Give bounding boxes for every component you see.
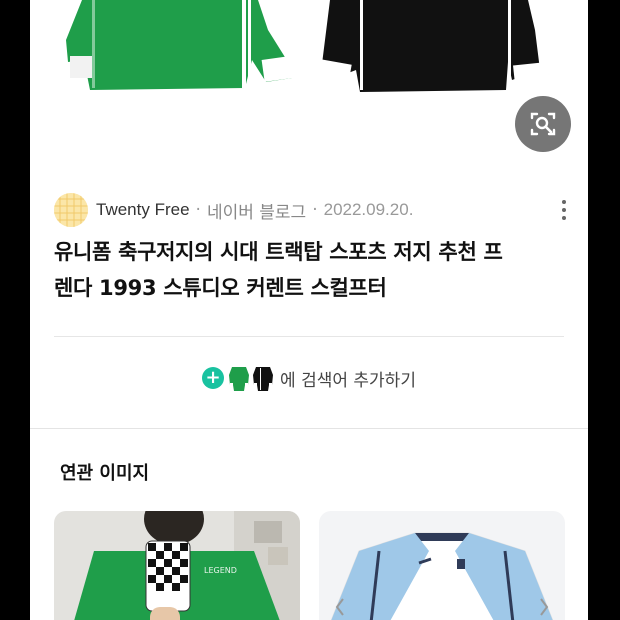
related-image-mirror-selfie[interactable]: LEGEND	[54, 511, 300, 620]
black-jersey-thumbnail	[253, 367, 274, 391]
green-jersey-thumbnail	[229, 367, 250, 391]
post-title-line: 렌다 1993 스튜디오 커렌트 스컬프터	[54, 276, 387, 300]
section-title: 연관 이미지	[60, 463, 150, 484]
result-image[interactable]	[30, 0, 588, 168]
divider	[54, 336, 564, 337]
blog-name[interactable]: Twenty Free	[96, 200, 190, 220]
image-search-button[interactable]	[515, 96, 571, 152]
add-search-term-label: 에 검색어 추가하기	[280, 370, 416, 391]
separator-dot: ·	[195, 200, 201, 220]
add-search-term-button[interactable]: + 에 검색어 추가하기	[30, 360, 588, 396]
svg-text:LEGEND: LEGEND	[204, 566, 237, 575]
more-vertical-icon	[562, 200, 566, 220]
related-image-jersey-blue[interactable]	[319, 511, 565, 620]
result-card: Twenty Free · 네이버 블로그 · 2022.09.20. 유니폼 …	[30, 0, 588, 428]
source-row[interactable]: Twenty Free · 네이버 블로그 · 2022.09.20.	[54, 193, 574, 227]
post-title-line: 유니폼 축구저지의 시대 트랙탑 스포츠 저지 추천 프	[54, 240, 503, 264]
image-search-icon	[530, 112, 556, 136]
app-frame: Twenty Free · 네이버 블로그 · 2022.09.20. 유니폼 …	[30, 0, 588, 620]
plus-icon: +	[202, 367, 225, 389]
blog-avatar	[54, 193, 88, 227]
source-site: 네이버 블로그	[206, 202, 307, 223]
separator-dot: ·	[312, 200, 318, 220]
more-options-button[interactable]	[554, 197, 574, 223]
post-title-link[interactable]: 유니폼 축구저지의 시대 트랙탑 스포츠 저지 추천 프 렌다 1993 스튜디…	[54, 234, 564, 306]
post-date: 2022.09.20.	[323, 200, 414, 219]
related-images-section: 연관 이미지 LEGEND	[30, 428, 588, 620]
